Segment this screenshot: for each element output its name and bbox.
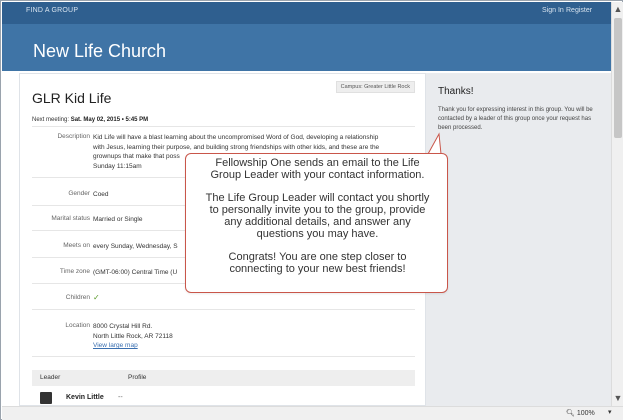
browser-frame: FIND A GROUP Sign In Register New Life C… <box>0 0 623 420</box>
leader-name[interactable]: Kevin Little <box>66 394 104 401</box>
callout-line: Fellowship One sends an email to the Lif… <box>215 157 420 169</box>
callout-line: questions you may have. <box>256 228 379 240</box>
next-meeting-value: Sat. May 02, 2015 • 5:45 PM <box>70 117 149 123</box>
location-line: North Little Rock, AR 72118 <box>93 332 173 340</box>
scroll-thumb[interactable] <box>614 18 622 138</box>
children-label: Children <box>65 294 90 301</box>
next-meeting-label: Next meeting: <box>32 117 70 123</box>
view-large-map-link[interactable]: View large map <box>93 341 413 351</box>
chevron-down-icon[interactable]: ▾ <box>608 408 612 416</box>
location-label: Location <box>65 322 90 329</box>
timezone-label: Time zone <box>59 268 90 275</box>
explanation-callout: Fellowship One sends an email to the Lif… <box>185 153 448 293</box>
scroll-up-icon[interactable]: ▲ <box>612 2 623 16</box>
divider <box>32 126 415 127</box>
callout-line: Congrats! You are one step closer to <box>228 251 407 263</box>
callout-line: any additional details, and answer any <box>224 216 411 228</box>
leader-table-header: Leader Profile <box>32 370 415 386</box>
find-group-link[interactable]: FIND A GROUP <box>26 7 78 14</box>
callout-line: Group Leader with your contact informati… <box>210 169 425 181</box>
callout-line: connecting to your new best friends! <box>229 263 406 275</box>
leader-profile: -- <box>118 394 123 401</box>
church-name: New Life Church <box>33 41 167 61</box>
sign-in-link[interactable]: Sign In <box>542 7 564 14</box>
location-line: 8000 Crystal Hill Rd. <box>93 323 153 330</box>
scroll-down-icon[interactable]: ▼ <box>612 391 623 405</box>
thanks-title: Thanks! <box>438 86 474 97</box>
leader-column-header: Leader <box>40 374 61 381</box>
description-line: with Jesus, learning their purpose, and … <box>93 143 380 151</box>
divider <box>32 356 415 357</box>
status-bar: 🔍︎ 100% ▾ <box>2 406 623 420</box>
divider <box>32 309 415 310</box>
thanks-message: Thank you for expressing interest in thi… <box>438 107 593 131</box>
description-label: Description <box>57 133 90 140</box>
meets-label: Meets on <box>63 242 90 249</box>
callout-line: The Life Group Leader will contact you s… <box>205 192 430 204</box>
location-value: 8000 Crystal Hill Rd. North Little Rock,… <box>93 322 413 351</box>
group-title: GLR Kid Life <box>32 90 112 106</box>
campus-badge: Campus: Greater Little Rock <box>335 81 415 93</box>
register-link[interactable]: Register <box>566 7 592 14</box>
zoom-level[interactable]: 🔍︎ 100% <box>566 409 595 417</box>
thanks-panel: Thanks! Thank you for expressing interes… <box>426 73 611 406</box>
profile-column-header: Profile <box>128 374 147 381</box>
avatar[interactable] <box>40 392 52 404</box>
marital-label: Marital status <box>51 215 90 222</box>
top-nav: FIND A GROUP Sign In Register <box>2 2 611 24</box>
check-icon: ✓ <box>93 293 100 302</box>
callout-line: to personally invite you to the group, p… <box>209 204 426 216</box>
vertical-scrollbar[interactable]: ▲ ▼ <box>611 2 623 406</box>
zoom-value: 100% <box>576 410 595 417</box>
description-line: Kid Life will have a blast learning abou… <box>93 134 379 141</box>
site-header: FIND A GROUP Sign In Register New Life C… <box>2 2 611 71</box>
next-meeting: Next meeting: Sat. May 02, 2015 • 5:45 P… <box>32 117 148 123</box>
gender-label: Gender <box>68 190 90 197</box>
